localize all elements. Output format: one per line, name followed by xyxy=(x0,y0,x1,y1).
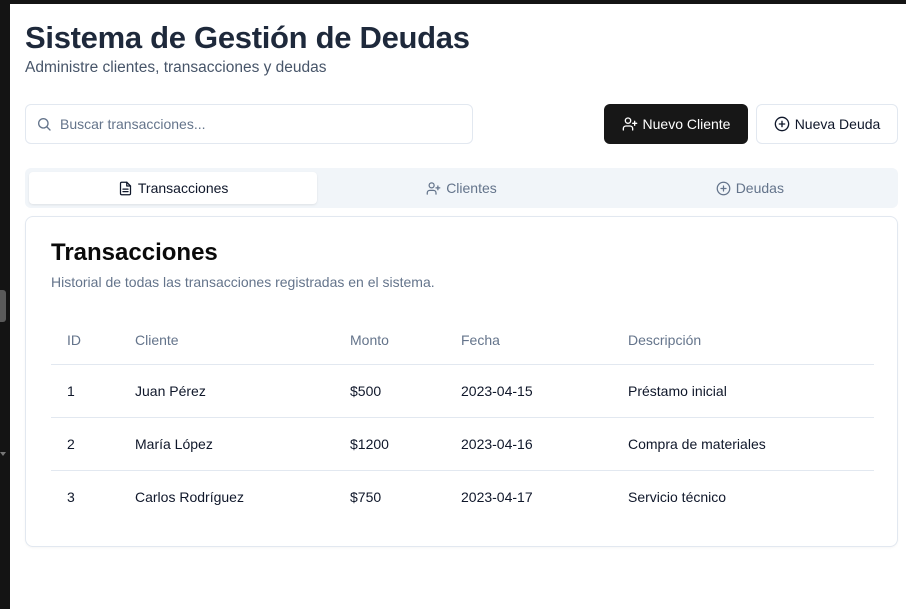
cell-fecha: 2023-04-16 xyxy=(445,417,612,471)
tab-label: Clientes xyxy=(446,180,497,196)
search-icon xyxy=(38,118,51,131)
search-input[interactable] xyxy=(60,116,460,132)
transactions-card: Transacciones Historial de todas las tra… xyxy=(25,216,898,547)
cell-cliente: María López xyxy=(119,417,334,471)
new-debt-button[interactable]: Nueva Deuda xyxy=(756,104,898,144)
column-header-monto: Monto xyxy=(334,317,445,365)
scrollbar-thumb[interactable] xyxy=(0,290,6,322)
user-plus-icon xyxy=(426,181,441,195)
tab-clientes[interactable]: Clientes xyxy=(317,172,605,204)
search-box[interactable] xyxy=(25,104,473,144)
tab-label: Deudas xyxy=(735,180,784,196)
app-container: Sistema de Gestión de Deudas Administre … xyxy=(10,4,906,609)
scroll-down-arrow-icon[interactable] xyxy=(0,452,6,456)
plus-circle-icon xyxy=(716,181,731,195)
column-header-descripcion: Descripción xyxy=(612,317,874,365)
cell-descripcion: Compra de materiales xyxy=(612,417,874,471)
cell-monto: $750 xyxy=(350,488,382,505)
column-header-cliente: Cliente xyxy=(119,317,334,365)
cell-descripcion: Préstamo inicial xyxy=(612,364,874,418)
tab-label: Transacciones xyxy=(137,180,229,196)
plus-circle-icon xyxy=(774,116,790,132)
cell-id: 1 xyxy=(51,364,119,418)
file-text-icon xyxy=(119,181,132,195)
new-client-label: Nuevo Cliente xyxy=(642,116,731,132)
cell-cliente: Carlos Rodríguez xyxy=(135,488,244,505)
card-description: Historial de todas las transacciones reg… xyxy=(51,274,435,290)
user-plus-icon xyxy=(622,117,637,131)
table-row[interactable]: 3 Carlos Rodríguez $750 2023-04-17 Servi… xyxy=(51,470,874,523)
column-header-fecha: Fecha xyxy=(445,317,612,365)
table-header-row: ID Cliente Monto Fecha Descripción xyxy=(51,317,874,365)
new-client-button[interactable]: Nuevo Cliente xyxy=(604,104,748,144)
table-row[interactable]: 1 Juan Pérez $500 2023-04-15 Préstamo in… xyxy=(51,364,874,418)
cell-descripcion: Servicio técnico xyxy=(628,488,727,505)
tabs-list: Transacciones Clientes Deudas xyxy=(25,168,898,208)
cell-monto: $500 xyxy=(334,364,445,418)
new-debt-label: Nueva Deuda xyxy=(794,116,881,132)
tab-deudas[interactable]: Deudas xyxy=(606,172,894,204)
table-row[interactable]: 2 María López $1200 2023-04-16 Compra de… xyxy=(51,417,874,471)
cell-fecha: 2023-04-15 xyxy=(445,364,612,418)
page-title: Sistema de Gestión de Deudas xyxy=(25,20,470,55)
card-title: Transacciones xyxy=(51,239,218,266)
cell-monto: $1200 xyxy=(334,417,445,471)
page-subtitle: Administre clientes, transacciones y deu… xyxy=(25,59,327,76)
cell-fecha: 2023-04-17 xyxy=(461,488,533,505)
tab-transacciones[interactable]: Transacciones xyxy=(29,172,318,204)
column-header-id: ID xyxy=(51,317,119,365)
cell-id: 2 xyxy=(51,417,119,471)
cell-cliente: Juan Pérez xyxy=(119,364,334,418)
cell-id: 3 xyxy=(67,488,75,505)
transactions-table: ID Cliente Monto Fecha Descripción 1 Jua… xyxy=(51,317,874,523)
